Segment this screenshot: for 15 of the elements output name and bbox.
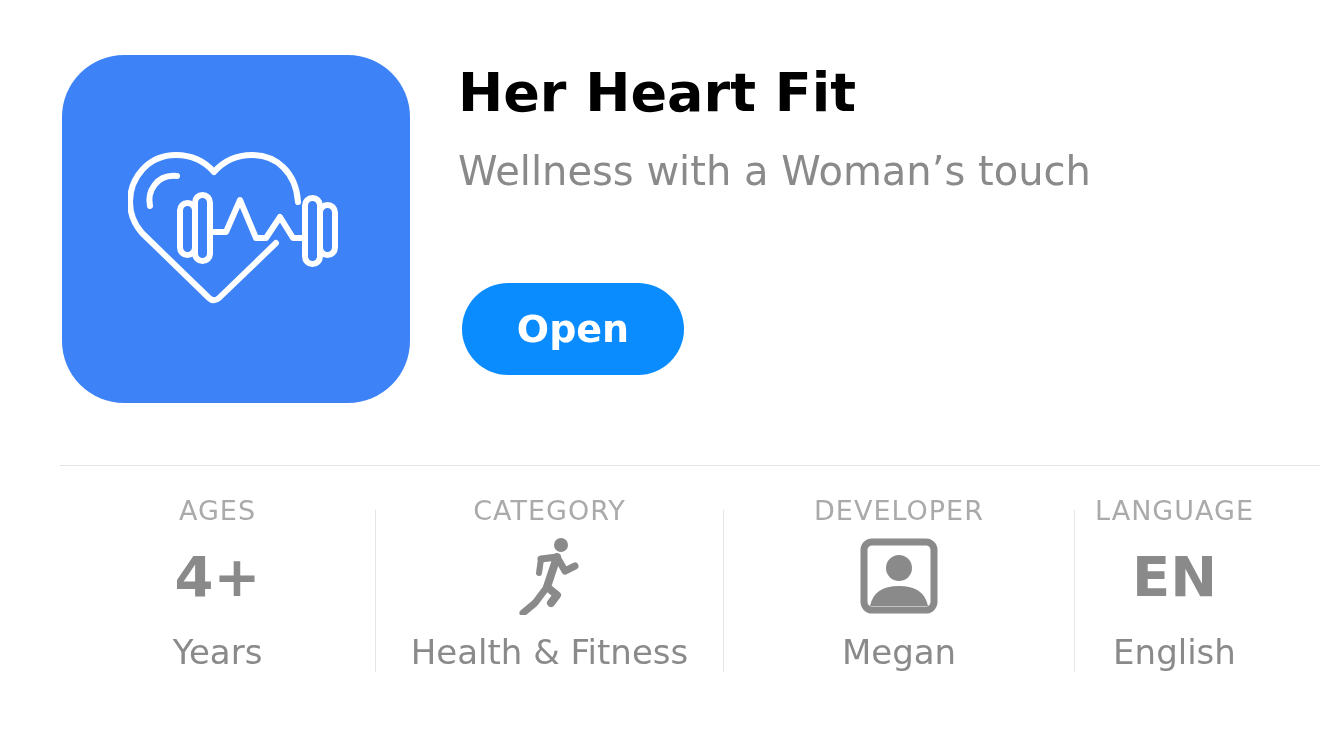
info-header: DEVELOPER (814, 494, 984, 528)
info-value: EN (1131, 542, 1218, 611)
info-label: Megan (841, 632, 957, 672)
app-title: Her Heart Fit (458, 61, 856, 125)
info-label: English (1113, 632, 1236, 672)
open-button[interactable]: Open (462, 283, 684, 375)
runner-icon (518, 537, 581, 615)
person-icon (860, 538, 938, 614)
info-label: Years (172, 632, 263, 672)
info-label: Health & Fitness (410, 632, 689, 672)
info-value: 4+ (174, 542, 261, 611)
app-subtitle: Wellness with a Woman’s touch (458, 147, 1091, 196)
info-header: AGES (178, 494, 257, 528)
info-header: LANGUAGE (1095, 494, 1254, 528)
info-header: CATEGORY (473, 494, 626, 528)
